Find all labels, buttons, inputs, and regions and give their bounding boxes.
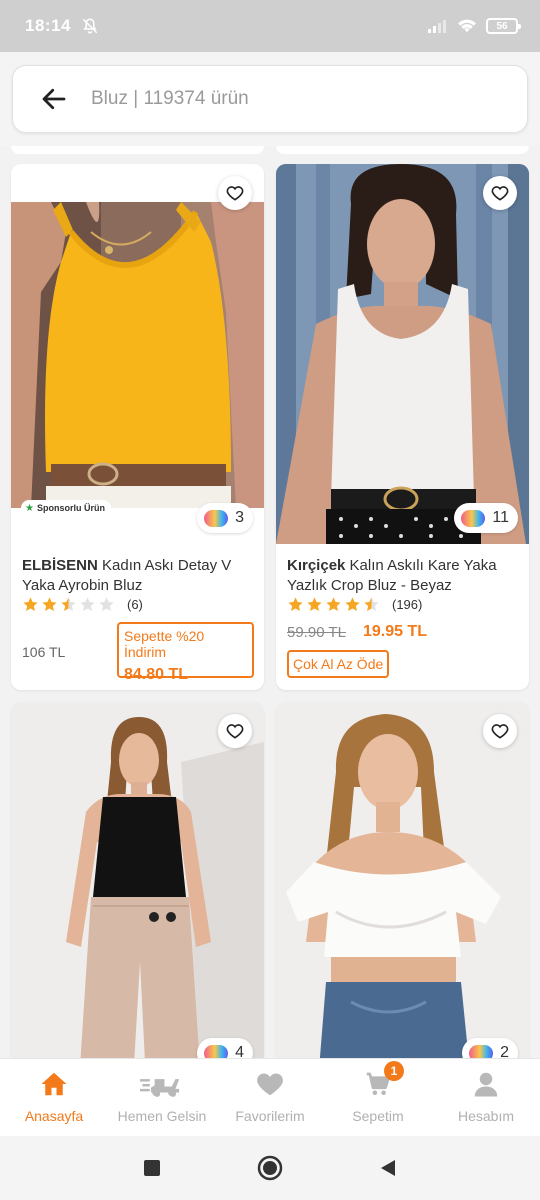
product-rating: (6)	[22, 596, 143, 613]
status-icons: 56	[428, 18, 521, 34]
product-title[interactable]: Kırçiçek Kalın Askılı Kare Yaka Yazlık C…	[287, 556, 519, 596]
color-count: 3	[235, 509, 244, 526]
star-filled-icon	[42, 597, 57, 611]
product-price: 106 TL	[22, 644, 66, 660]
star-filled-icon	[23, 597, 38, 611]
search-bar[interactable]: Bluz | 119374 ürün	[12, 65, 528, 133]
product-card[interactable]: 4	[11, 702, 264, 1058]
color-variants-badge[interactable]: 2	[462, 1038, 518, 1058]
product-image[interactable]	[276, 702, 529, 1058]
bottom-navigation: Anasayfa Hemen Gelsin Favorilerim 1 Sepe…	[0, 1058, 540, 1136]
home-system-button[interactable]	[255, 1153, 285, 1183]
star-icon: ★	[25, 502, 34, 514]
product-grid: ★ Sponsorlu Ürün 3 ELBİSENN Kadın Askı D…	[0, 146, 540, 1058]
color-palette-icon	[461, 509, 486, 527]
cart-count-badge: 1	[384, 1061, 404, 1081]
nav-favorites[interactable]: Favorilerim	[216, 1059, 324, 1136]
cart-discount-price: 84.80 TL	[124, 666, 189, 683]
product-title[interactable]: ELBİSENN Kadın Askı Detay V Yaka Ayrobin…	[22, 556, 254, 596]
heart-outline-icon	[226, 186, 244, 201]
search-header: Bluz | 119374 ürün	[0, 52, 540, 146]
rating-stars	[287, 596, 382, 613]
nav-home-label: Anasayfa	[24, 1108, 84, 1124]
recents-button[interactable]	[137, 1153, 167, 1183]
product-image[interactable]	[276, 164, 529, 544]
square-icon	[144, 1160, 160, 1176]
star-half-icon	[364, 597, 379, 611]
nav-express[interactable]: Hemen Gelsin	[108, 1059, 216, 1136]
star-filled-icon	[288, 597, 303, 611]
scooter-icon	[140, 1079, 180, 1097]
favorite-button[interactable]	[483, 714, 517, 748]
original-price: 59.90 TL	[287, 624, 346, 641]
status-bar: 18:14 56	[0, 0, 540, 52]
sponsored-label: Sponsorlu Ürün	[36, 503, 105, 513]
product-card[interactable]: 11 Kırçiçek Kalın Askılı Kare Yaka Yazlı…	[276, 164, 529, 690]
color-count: 4	[235, 1044, 244, 1058]
user-icon	[474, 1072, 498, 1097]
app-screen: 18:14 56 Bluz | 119374 ürün ★ Sponsorlu …	[0, 0, 540, 1200]
favorite-button[interactable]	[218, 176, 252, 210]
notifications-muted-icon	[82, 18, 98, 34]
circle-icon	[257, 1155, 283, 1181]
nav-account-label: Hesabım	[457, 1108, 515, 1124]
color-variants-badge[interactable]: 3	[197, 503, 253, 533]
nav-express-label: Hemen Gelsin	[117, 1108, 207, 1124]
color-variants-badge[interactable]: 11	[454, 503, 518, 533]
previous-card-edge	[11, 146, 264, 154]
product-rating: (196)	[287, 596, 422, 613]
promo-badge[interactable]: Çok Al Az Öde	[287, 650, 390, 678]
product-image[interactable]	[11, 702, 264, 1058]
home-icon	[41, 1072, 67, 1096]
search-query-text[interactable]: Bluz | 119374 ürün	[91, 88, 249, 110]
color-palette-icon	[204, 1044, 229, 1058]
nav-cart-label: Sepetim	[352, 1108, 404, 1124]
star-filled-icon	[307, 597, 322, 611]
color-variants-badge[interactable]: 4	[197, 1038, 253, 1058]
product-brand: ELBİSENN	[22, 557, 98, 574]
color-palette-icon	[469, 1044, 494, 1058]
cart-discount-box: Sepette %20 İndirim 84.80 TL	[117, 622, 254, 683]
product-brand: Kırçiçek	[287, 557, 346, 574]
star-empty-icon	[80, 597, 95, 611]
triangle-back-icon	[381, 1160, 395, 1176]
cart-discount-label: Sepette %20 İndirim	[124, 628, 205, 660]
previous-card-edge	[276, 146, 529, 154]
sponsored-badge: ★ Sponsorlu Ürün	[21, 500, 111, 516]
back-system-button[interactable]	[373, 1153, 403, 1183]
rating-stars	[22, 596, 117, 613]
signal-icon	[428, 20, 446, 33]
nav-home[interactable]: Anasayfa	[0, 1059, 108, 1136]
status-time: 18:14	[25, 16, 71, 35]
star-filled-icon	[326, 597, 341, 611]
star-half-icon	[61, 597, 76, 611]
color-palette-icon	[204, 509, 229, 527]
heart-outline-icon	[491, 186, 509, 201]
nav-favorites-label: Favorilerim	[235, 1108, 305, 1124]
product-image[interactable]	[11, 202, 264, 508]
product-card[interactable]: ★ Sponsorlu Ürün 3 ELBİSENN Kadın Askı D…	[11, 164, 264, 690]
battery-icon: 56	[486, 18, 521, 34]
nav-cart[interactable]: 1 Sepetim	[324, 1059, 432, 1136]
star-filled-icon	[345, 597, 360, 611]
heart-icon	[257, 1073, 283, 1096]
heart-outline-icon	[491, 724, 509, 739]
favorite-button[interactable]	[218, 714, 252, 748]
review-count: (6)	[127, 597, 143, 612]
favorite-button[interactable]	[483, 176, 517, 210]
heart-outline-icon	[226, 724, 244, 739]
back-arrow-icon[interactable]	[39, 84, 69, 114]
product-card[interactable]: 2	[276, 702, 529, 1058]
nav-account[interactable]: Hesabım	[432, 1059, 540, 1136]
review-count: (196)	[392, 597, 423, 612]
color-count: 11	[492, 509, 509, 526]
system-navigation-bar	[0, 1136, 540, 1200]
star-empty-icon	[99, 597, 114, 611]
battery-level: 56	[496, 20, 508, 32]
discounted-price: 19.95 TL	[363, 623, 428, 640]
color-count: 2	[500, 1044, 509, 1058]
wifi-icon	[458, 19, 476, 33]
